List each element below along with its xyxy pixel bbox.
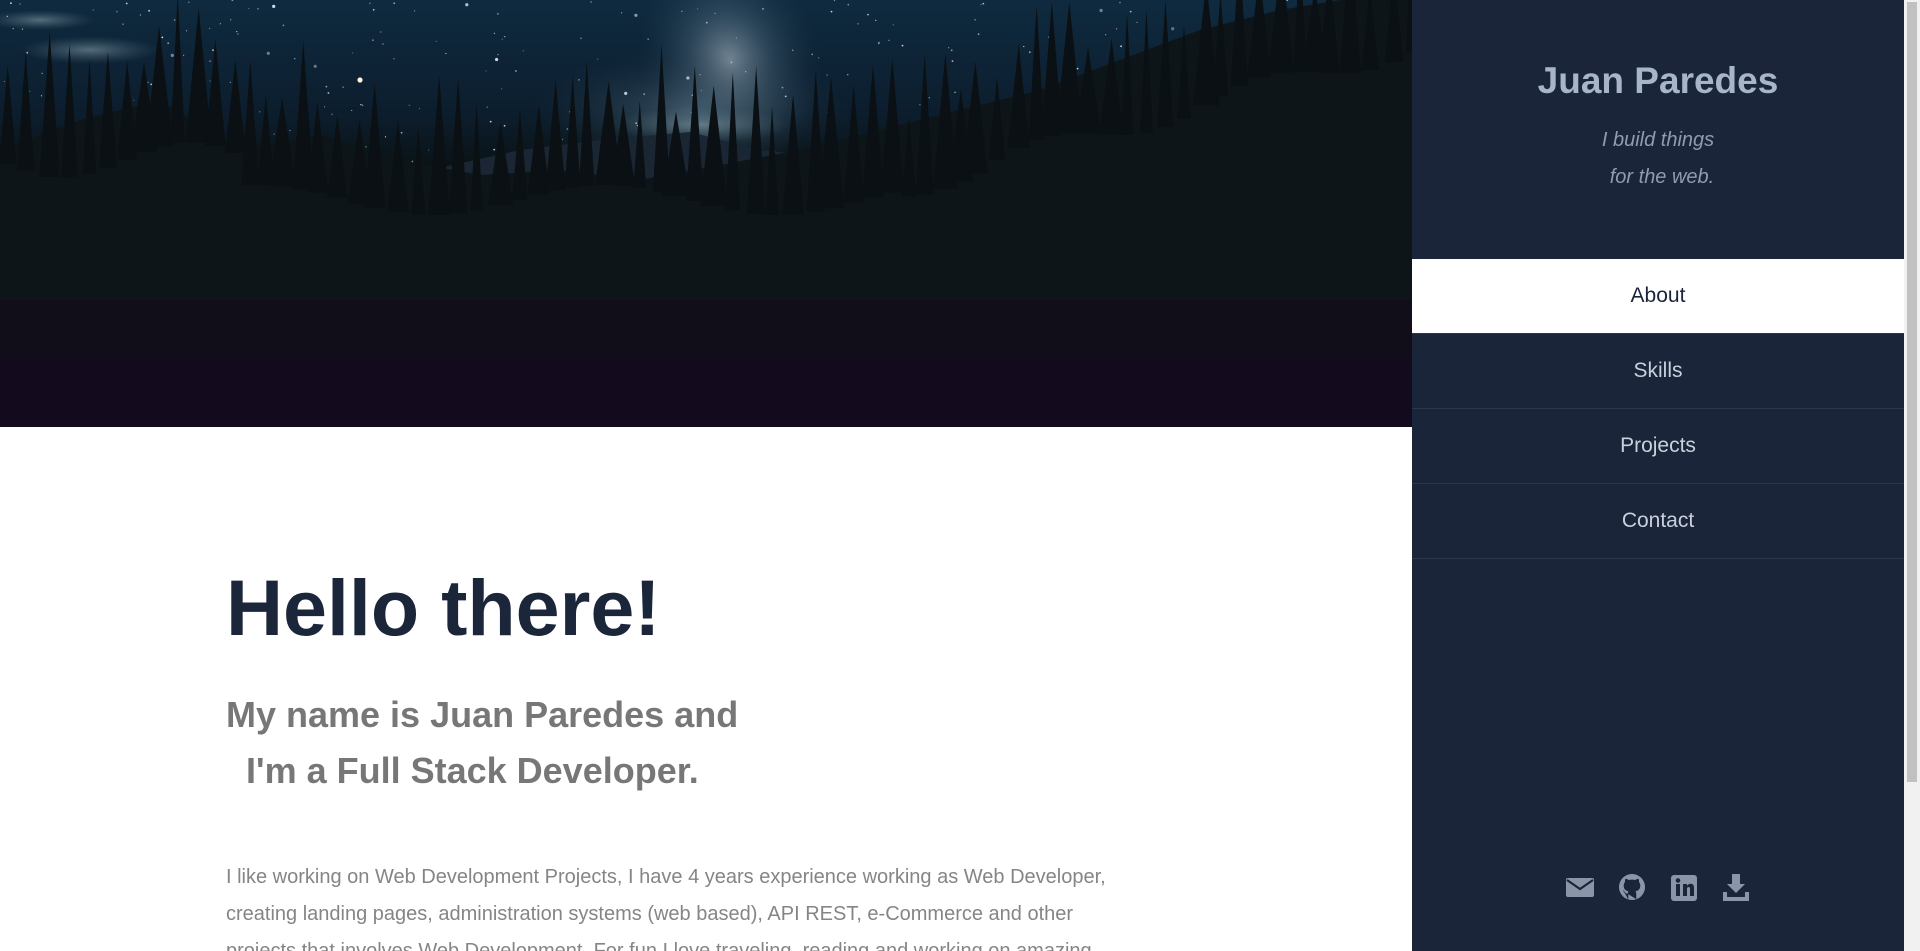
tagline-line: I build things [1601,129,1715,151]
bio-line: projects that involves Web Development. … [226,940,1092,951]
bio-line: I like working on Web Development Projec… [226,866,1106,888]
download-icon[interactable] [1721,872,1751,902]
sidebar: Juan Paredes I build things for the web.… [1412,0,1904,951]
social-links [1412,872,1904,902]
greeting-heading: Hello there! [226,563,661,652]
tagline: I build things for the web. [1412,122,1904,196]
sidebar-nav: About Skills Projects Contact [1412,259,1904,559]
about-section: Hello there! My name is Juan Paredes and… [0,427,1412,951]
intro-line: I'm a Full Stack Developer. [246,750,699,791]
bio-paragraph: I like working on Web Development Projec… [226,859,1186,951]
scrollbar-thumb[interactable] [1907,2,1917,782]
bio-line: creating landing pages, administration s… [226,903,1074,925]
email-icon[interactable] [1565,872,1595,902]
intro-heading: My name is Juan Paredes and I'm a Full S… [226,687,738,799]
nav-item-contact[interactable]: Contact [1412,483,1904,559]
night-sky-forest-photo [0,0,1412,427]
hero-image [0,0,1412,427]
brand-name: Juan Paredes [1537,60,1779,101]
portfolio-page: Hello there! My name is Juan Paredes and… [0,0,1920,951]
page-scrollbar[interactable] [1904,0,1920,951]
intro-line: My name is Juan Paredes and [226,694,739,735]
github-icon[interactable] [1617,872,1647,902]
nav-item-skills[interactable]: Skills [1412,333,1904,409]
tagline-line: for the web. [1609,166,1715,188]
nav-item-about[interactable]: About [1412,259,1904,334]
linkedin-icon[interactable] [1669,872,1699,902]
nav-item-projects[interactable]: Projects [1412,408,1904,484]
